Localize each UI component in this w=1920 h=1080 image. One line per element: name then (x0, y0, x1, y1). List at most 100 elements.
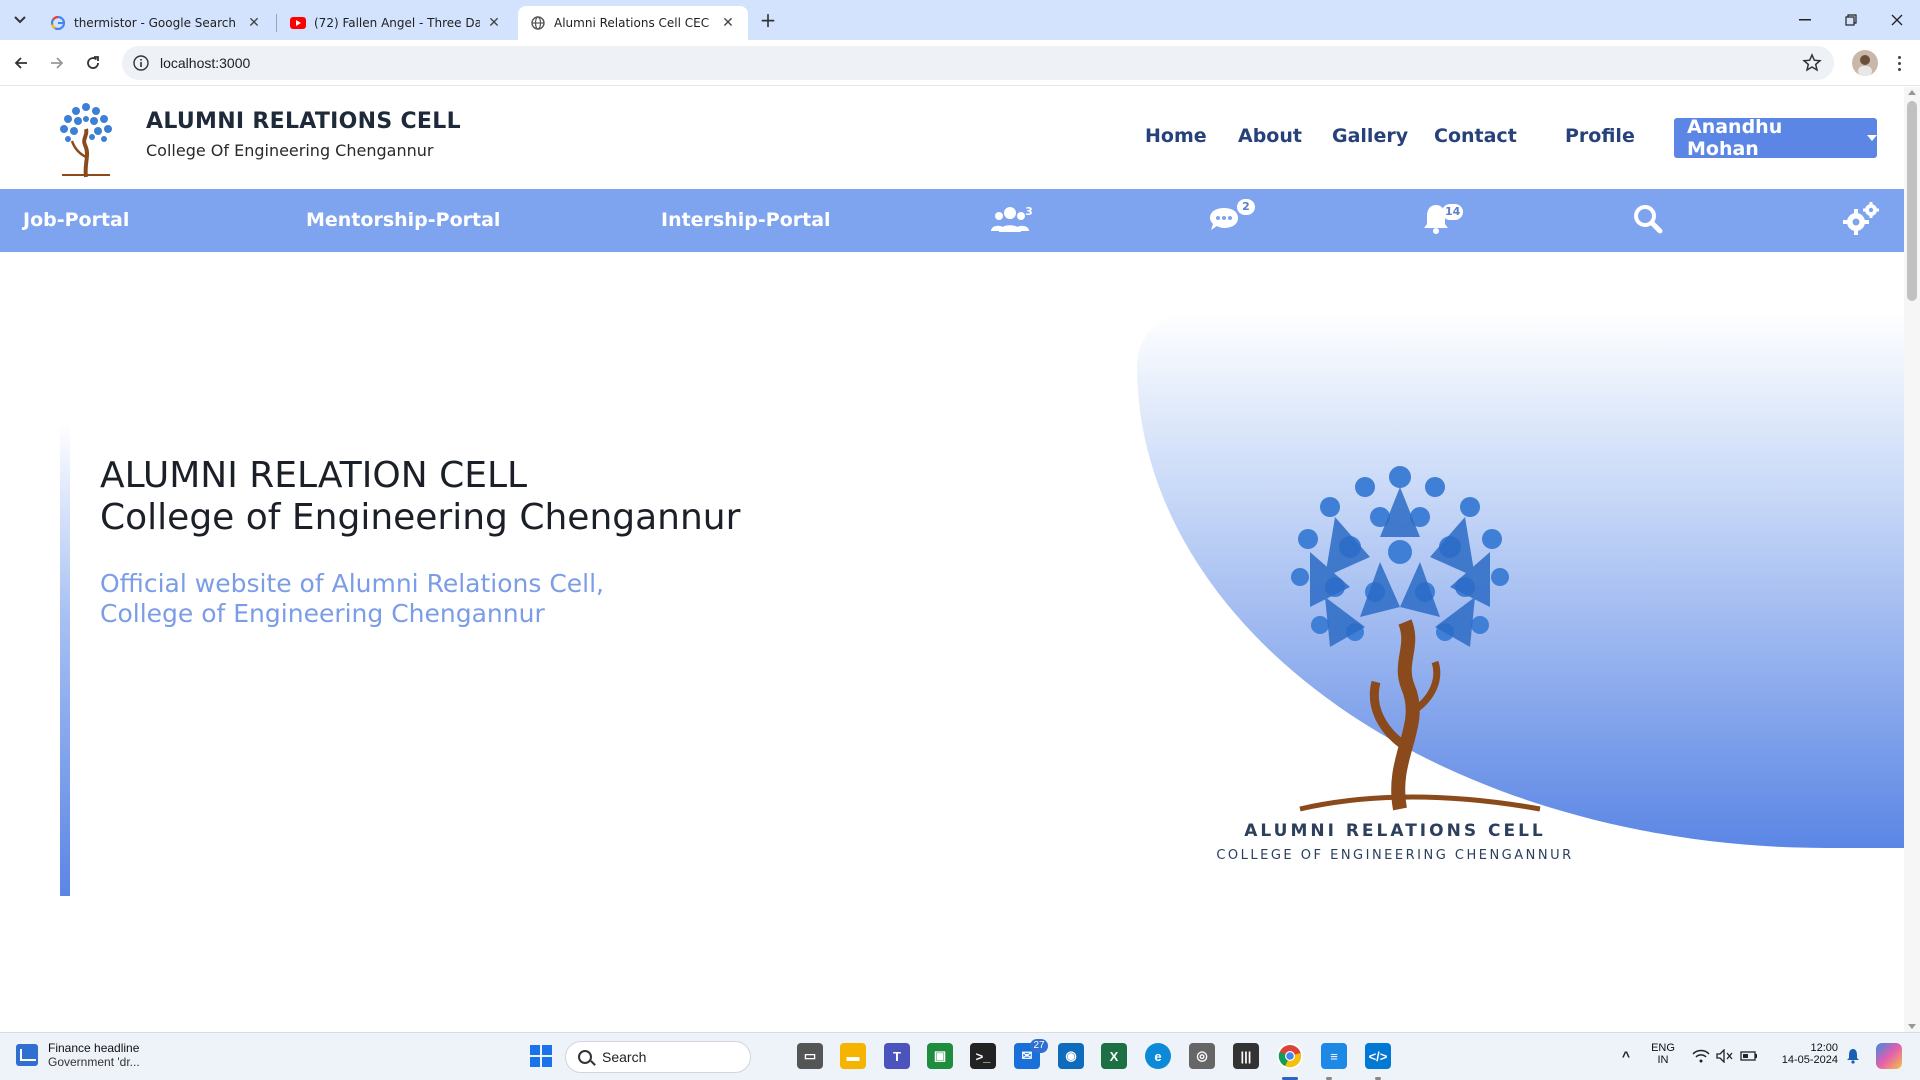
widget-title: Finance headline (48, 1041, 140, 1055)
notification-bell-icon[interactable] (1840, 1043, 1866, 1069)
clock-date: 14-05-2024 (1781, 1054, 1838, 1066)
close-window-icon[interactable] (1874, 0, 1920, 40)
app-icon[interactable]: ◎ (1189, 1043, 1215, 1069)
nav-home[interactable]: Home (1145, 125, 1207, 147)
terminal-icon[interactable]: >_ (970, 1043, 996, 1069)
browser-tab-strip: thermistor - Google Search ✕ (72) Fallen… (0, 0, 1920, 40)
nav-contact[interactable]: Contact (1434, 125, 1517, 147)
store-icon[interactable]: ◉ (1058, 1043, 1084, 1069)
hero-title-line2: College of Engineering Chengannur (100, 497, 741, 538)
page-scrollbar[interactable] (1904, 87, 1920, 1032)
messages-icon[interactable]: 2 (1207, 199, 1257, 238)
battery-icon[interactable] (1736, 1043, 1762, 1069)
language-indicator[interactable]: ENG IN (1648, 1042, 1678, 1066)
search-icon[interactable] (1632, 202, 1682, 238)
tab-title: thermistor - Google Search (74, 16, 236, 30)
hero-logo-subtitle: COLLEGE OF ENGINEERING CHENGANNUR (1216, 848, 1574, 863)
tab-separator (276, 14, 277, 32)
settings-gears-icon[interactable] (1842, 202, 1892, 238)
globe-icon (530, 15, 546, 31)
classroom-icon[interactable]: ▣ (927, 1043, 953, 1069)
tab-title: (72) Fallen Angel - Three Days G (314, 16, 480, 30)
search-icon (578, 1050, 592, 1064)
site-info-icon[interactable] (132, 54, 150, 72)
bookmark-star-icon[interactable] (1802, 53, 1822, 73)
browser-menu-icon[interactable] (1886, 50, 1912, 76)
back-arrow-icon[interactable] (8, 50, 34, 76)
hero-accent-bar (60, 424, 70, 896)
page-viewport: ALUMNI RELATIONS CELL College Of Enginee… (0, 87, 1904, 1032)
clock-time: 12:00 (1810, 1042, 1838, 1054)
user-name: Anandhu Mohan (1687, 116, 1783, 160)
users-badge: 3 (1025, 205, 1033, 218)
task-view-icon[interactable]: ▭ (797, 1043, 823, 1069)
google-icon (50, 15, 66, 31)
app-icon[interactable]: ||| (1233, 1043, 1259, 1069)
tab-close-icon[interactable]: ✕ (720, 15, 736, 31)
scroll-down-arrow-icon[interactable] (1908, 1024, 1916, 1029)
tab-youtube[interactable]: (72) Fallen Angel - Three Days G ✕ (278, 6, 514, 40)
tab-title: Alumni Relations Cell CEC (554, 16, 710, 30)
browser-profile-avatar[interactable] (1852, 50, 1878, 76)
chevron-up-icon[interactable]: ^ (1613, 1043, 1639, 1069)
nav-profile[interactable]: Profile (1565, 125, 1635, 147)
notification-bell-icon[interactable]: 14 (1421, 202, 1471, 238)
minimize-icon[interactable] (1782, 0, 1828, 40)
caret-down-icon (1867, 135, 1877, 141)
new-tab-plus-icon[interactable]: + (756, 8, 780, 32)
windows-taskbar: Finance headline Government 'dr... Searc… (0, 1032, 1920, 1080)
tab-close-icon[interactable]: ✕ (246, 15, 262, 31)
reload-icon[interactable] (80, 50, 106, 76)
notifications-badge: 14 (1442, 204, 1464, 220)
url-text[interactable]: localhost:3000 (160, 55, 250, 71)
language-code: ENG (1651, 1042, 1675, 1054)
hero-sub-line1: Official website of Alumni Relations Cel… (100, 569, 605, 598)
windows-start-icon[interactable] (528, 1043, 554, 1069)
nav-about[interactable]: About (1238, 125, 1302, 147)
notepad-icon[interactable]: ≡ (1321, 1043, 1347, 1069)
forward-arrow-icon[interactable] (44, 50, 70, 76)
stocks-icon (16, 1044, 38, 1066)
user-dropdown-button[interactable]: Anandhu Mohan (1674, 116, 1877, 160)
scrollbar-thumb[interactable] (1907, 101, 1917, 301)
tab-google-search[interactable]: thermistor - Google Search ✕ (38, 6, 274, 40)
brand-subtitle: College Of Engineering Chengannur (146, 141, 434, 160)
edge-icon[interactable]: e (1145, 1043, 1171, 1069)
portal-bar: Job-Portal Mentorship-Portal Intership-P… (0, 189, 1904, 252)
hero-subtitle: Official website of Alumni Relations Cel… (100, 569, 604, 629)
youtube-icon (290, 15, 306, 31)
tree-logo-icon[interactable] (48, 97, 124, 179)
teams-icon[interactable]: T (884, 1043, 910, 1069)
tab-search-chevron-icon[interactable] (8, 8, 32, 32)
users-icon[interactable]: 3 (990, 202, 1040, 238)
hero-sub-line2: College of Engineering Chengannur (100, 599, 545, 628)
hero-heading: ALUMNI RELATION CELL College of Engineer… (100, 455, 740, 539)
scroll-up-arrow-icon[interactable] (1908, 90, 1916, 95)
restore-icon[interactable] (1828, 0, 1874, 40)
tree-logo-icon (1230, 457, 1570, 817)
copilot-icon[interactable] (1876, 1043, 1902, 1069)
mail-badge: 27 (1030, 1039, 1048, 1053)
volume-mute-icon[interactable] (1712, 1043, 1738, 1069)
file-explorer-icon[interactable]: ▬ (840, 1043, 866, 1069)
nav-gallery[interactable]: Gallery (1332, 125, 1408, 147)
tab-close-icon[interactable]: ✕ (486, 15, 502, 31)
excel-icon[interactable]: X (1101, 1043, 1127, 1069)
taskbar-search-label: Search (602, 1049, 647, 1065)
clock[interactable]: 12:00 14-05-2024 (1762, 1042, 1838, 1066)
address-bar[interactable]: localhost:3000 (122, 46, 1834, 80)
vscode-icon[interactable]: </> (1365, 1043, 1391, 1069)
taskbar-search[interactable]: Search (565, 1041, 751, 1073)
hero-title-line1: ALUMNI RELATION CELL (100, 455, 528, 496)
messages-badge: 2 (1237, 199, 1255, 215)
region-code: IN (1657, 1054, 1669, 1066)
wifi-icon[interactable] (1688, 1043, 1714, 1069)
internship-portal-link[interactable]: Intership-Portal (661, 209, 831, 231)
mentorship-portal-link[interactable]: Mentorship-Portal (306, 209, 500, 231)
news-widget[interactable]: Finance headline Government 'dr... (16, 1041, 140, 1069)
tab-alumni-relations[interactable]: Alumni Relations Cell CEC ✕ (518, 6, 748, 40)
job-portal-link[interactable]: Job-Portal (23, 209, 129, 231)
brand-title[interactable]: ALUMNI RELATIONS CELL (146, 109, 461, 134)
browser-toolbar: localhost:3000 (0, 40, 1920, 86)
chrome-icon[interactable] (1277, 1043, 1303, 1069)
